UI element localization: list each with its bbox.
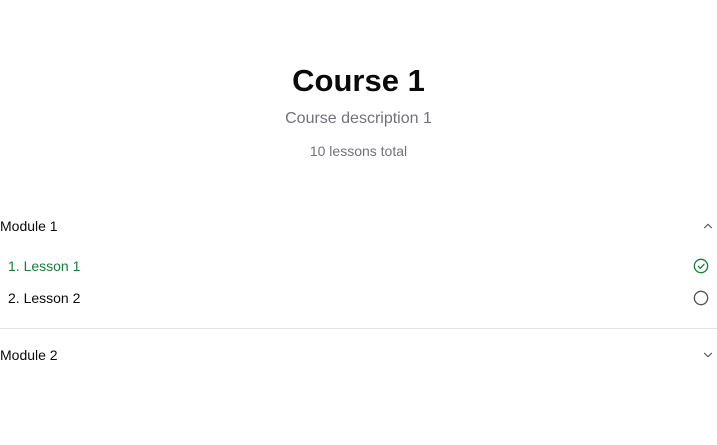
module-header-module-1[interactable]: Module 1 bbox=[0, 211, 717, 241]
lesson-count: 10 lessons total bbox=[309, 143, 408, 159]
lesson-item-2[interactable]: 2. Lesson 2 bbox=[0, 286, 717, 310]
lesson-label: 1. Lesson 1 bbox=[8, 258, 81, 274]
chevron-down-icon bbox=[700, 347, 716, 363]
lesson-item-1[interactable]: 1. Lesson 1 bbox=[0, 254, 717, 278]
check-circle-icon bbox=[693, 258, 709, 274]
module-title: Module 2 bbox=[0, 347, 58, 363]
course-title: Course 1 bbox=[292, 63, 425, 98]
lesson-label: 2. Lesson 2 bbox=[8, 290, 81, 306]
circle-icon bbox=[693, 290, 709, 306]
course-description: Course description 1 bbox=[285, 110, 432, 127]
module-title: Module 1 bbox=[0, 218, 58, 234]
module-header-module-2[interactable]: Module 2 bbox=[0, 340, 717, 370]
module-divider bbox=[0, 328, 717, 329]
chevron-up-icon bbox=[700, 218, 716, 234]
